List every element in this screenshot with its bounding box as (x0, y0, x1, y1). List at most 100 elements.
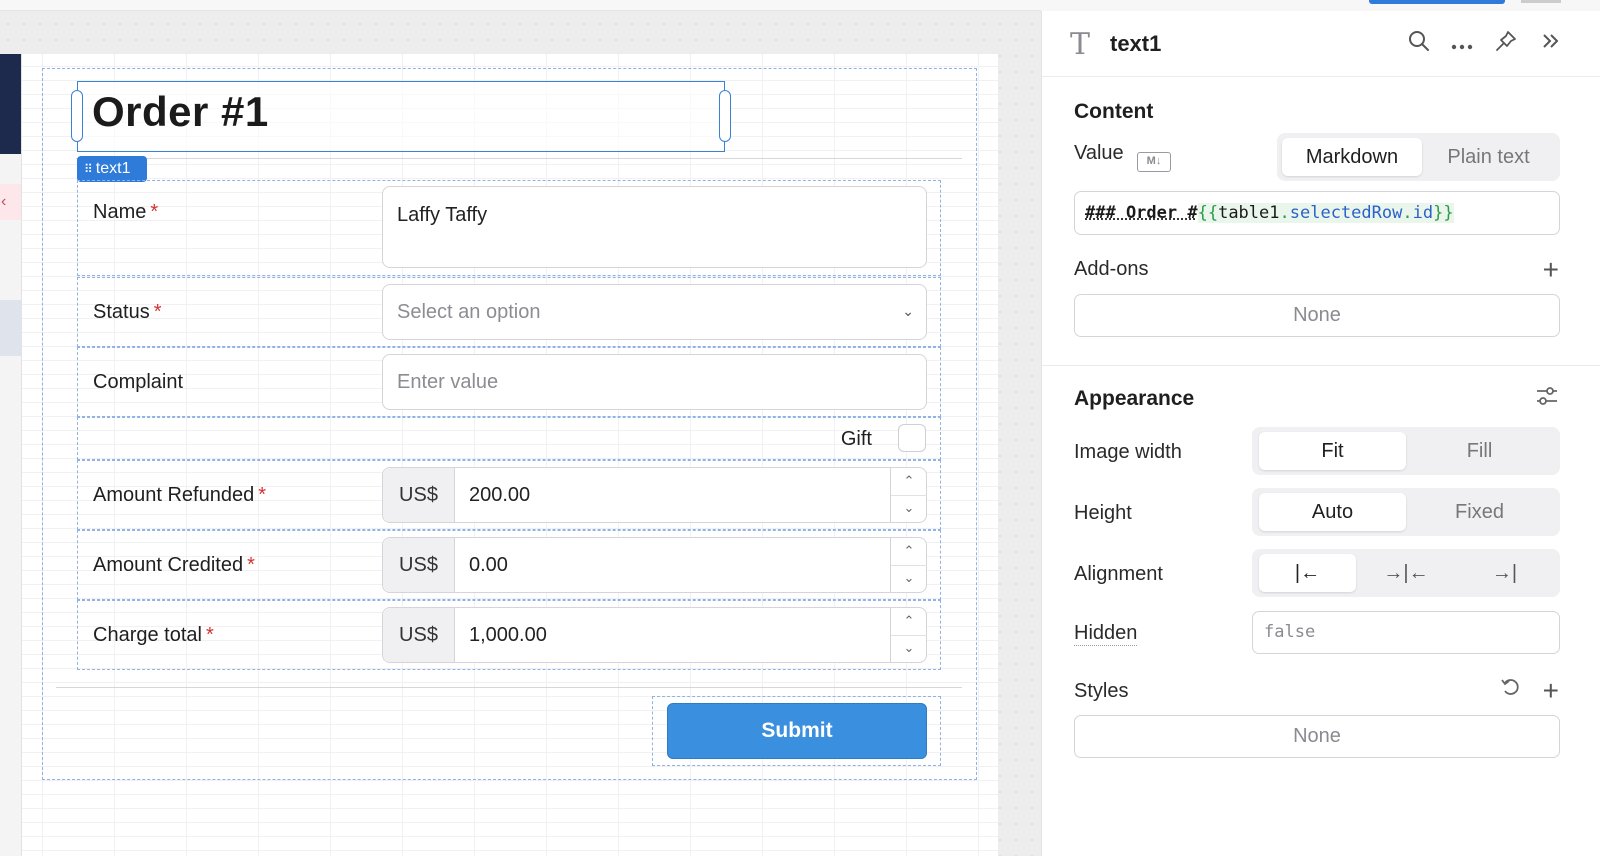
styles-label: Styles (1074, 680, 1128, 703)
hidden-input[interactable]: false (1252, 611, 1560, 654)
chevron-down-icon[interactable]: ⌄ (891, 495, 927, 522)
add-style-icon[interactable]: + (1543, 677, 1559, 705)
name-input-value: Laffy Taffy (397, 204, 487, 227)
currency-prefix: US$ (383, 538, 455, 592)
field-label: Complaint (93, 371, 183, 394)
resize-handle-left[interactable] (71, 90, 83, 142)
required-marker: * (258, 484, 266, 506)
toolbar-secondary-button[interactable] (1521, 0, 1561, 3)
canvas: ‹ Order #1 ⠿ text1 Name * Laffy Taffy Stat… (0, 0, 1041, 856)
height-auto[interactable]: Auto (1259, 493, 1406, 531)
field-row-complaint: Complaint Enter value (77, 347, 941, 417)
complaint-placeholder: Enter value (397, 371, 498, 394)
markdown-icon: M↓ (1137, 152, 1171, 172)
field-label: Charge total * (93, 624, 214, 647)
mode-markdown[interactable]: Markdown (1282, 138, 1422, 176)
field-row-name: Name * Laffy Taffy (77, 180, 941, 276)
content-section-title: Content (1074, 100, 1153, 124)
value-label: Value (1074, 142, 1124, 165)
field-label: Status * (93, 301, 162, 324)
name-input[interactable]: Laffy Taffy (382, 186, 927, 268)
addons-label: Add-ons (1074, 258, 1149, 281)
field-row-status: Status * Select an option ⌄ (77, 277, 941, 347)
top-toolbar (1041, 0, 1600, 11)
amount-credited-value: 0.00 (469, 554, 508, 577)
more-options-icon[interactable] (1450, 33, 1474, 59)
alignment-label: Alignment (1074, 563, 1163, 586)
align-right-icon[interactable]: →| (1456, 554, 1553, 592)
search-icon[interactable] (1407, 29, 1431, 59)
number-stepper[interactable]: ⌃ ⌄ (890, 538, 926, 592)
chevron-down-icon[interactable]: ⌄ (891, 635, 927, 662)
addons-empty[interactable]: None (1074, 294, 1560, 337)
page-title[interactable]: Order #1 (92, 88, 269, 136)
gift-label: Gift (841, 428, 872, 451)
charge-total-value: 1,000.00 (469, 624, 547, 647)
component-name[interactable]: text1 (1110, 31, 1161, 57)
charge-total-input[interactable]: US$ 1,000.00 ⌃ ⌄ (382, 607, 927, 663)
text-component-icon: T (1070, 27, 1090, 62)
chevron-up-icon[interactable]: ⌃ (891, 608, 927, 635)
inspector-header: T text1 (1042, 11, 1600, 77)
value-mode-toggle: Markdown Plain text (1277, 133, 1560, 181)
field-label: Amount Credited * (93, 554, 255, 577)
drag-grip-icon[interactable]: ⠿ (84, 162, 92, 176)
appearance-section-title: Appearance (1074, 387, 1194, 411)
field-row-amount-refunded: Amount Refunded * US$ 200.00 ⌃ ⌄ (77, 460, 941, 530)
amount-credited-input[interactable]: US$ 0.00 ⌃ ⌄ (382, 537, 927, 593)
sidebar-header-block (0, 54, 21, 154)
styles-empty[interactable]: None (1074, 715, 1560, 758)
section-divider (1042, 365, 1600, 366)
mode-plain-text[interactable]: Plain text (1422, 138, 1555, 176)
hidden-label: Hidden (1074, 622, 1137, 645)
collapse-chevron-icon[interactable]: ‹ (0, 184, 21, 220)
collapse-panel-icon[interactable] (1540, 31, 1560, 57)
toolbar-primary-button[interactable] (1369, 0, 1505, 4)
field-row-amount-credited: Amount Credited * US$ 0.00 ⌃ ⌄ (77, 530, 941, 600)
number-stepper[interactable]: ⌃ ⌄ (890, 608, 926, 662)
add-addon-icon[interactable]: + (1543, 256, 1559, 284)
field-label: Amount Refunded * (93, 484, 266, 507)
image-width-fill[interactable]: Fill (1406, 432, 1553, 470)
currency-prefix: US$ (383, 608, 455, 662)
status-select[interactable]: Select an option ⌄ (382, 284, 927, 340)
component-tag-label: text1 (96, 160, 131, 177)
chevron-up-icon[interactable]: ⌃ (891, 538, 927, 565)
chevron-up-icon[interactable]: ⌃ (891, 468, 927, 495)
chevron-down-icon[interactable]: ⌄ (891, 565, 927, 592)
required-marker: * (247, 554, 255, 576)
form-footer-divider (56, 687, 962, 688)
submit-button[interactable]: Submit (667, 703, 927, 759)
field-row-gift: Gift (77, 417, 941, 460)
align-left-icon[interactable]: |← (1259, 554, 1356, 592)
height-toggle: Auto Fixed (1252, 488, 1560, 536)
required-marker: * (206, 624, 214, 646)
amount-refunded-input[interactable]: US$ 200.00 ⌃ ⌄ (382, 467, 927, 523)
field-row-charge-total: Charge total * US$ 1,000.00 ⌃ ⌄ (77, 600, 941, 670)
field-label: Name * (93, 201, 158, 224)
height-label: Height (1074, 502, 1132, 525)
value-code-editor[interactable]: ### Order #{{table1.selectedRow.id}} (1074, 191, 1560, 235)
gift-checkbox[interactable] (898, 424, 926, 452)
sidebar-selected-band (0, 300, 21, 356)
currency-prefix: US$ (383, 468, 455, 522)
resize-handle-right[interactable] (719, 90, 731, 142)
component-tag[interactable]: ⠿ text1 (77, 156, 147, 182)
number-stepper[interactable]: ⌃ ⌄ (890, 468, 926, 522)
status-placeholder: Select an option (397, 301, 540, 324)
alignment-toggle: |← →|← →| (1252, 549, 1560, 597)
chevron-down-icon: ⌄ (902, 303, 914, 320)
image-width-fit[interactable]: Fit (1259, 432, 1406, 470)
height-fixed[interactable]: Fixed (1406, 493, 1553, 531)
form-header-divider (76, 158, 962, 159)
align-center-icon[interactable]: →|← (1357, 554, 1455, 592)
inspector-panel: T text1 Content Value M↓ Markdown Plain … (1041, 11, 1600, 856)
top-strip (0, 0, 1041, 11)
settings-sliders-icon[interactable] (1535, 385, 1559, 413)
amount-refunded-value: 200.00 (469, 484, 530, 507)
complaint-input[interactable]: Enter value (382, 354, 927, 410)
image-width-label: Image width (1074, 441, 1182, 464)
required-marker: * (150, 201, 158, 223)
reset-styles-icon[interactable] (1499, 675, 1521, 703)
pin-icon[interactable] (1494, 29, 1518, 59)
